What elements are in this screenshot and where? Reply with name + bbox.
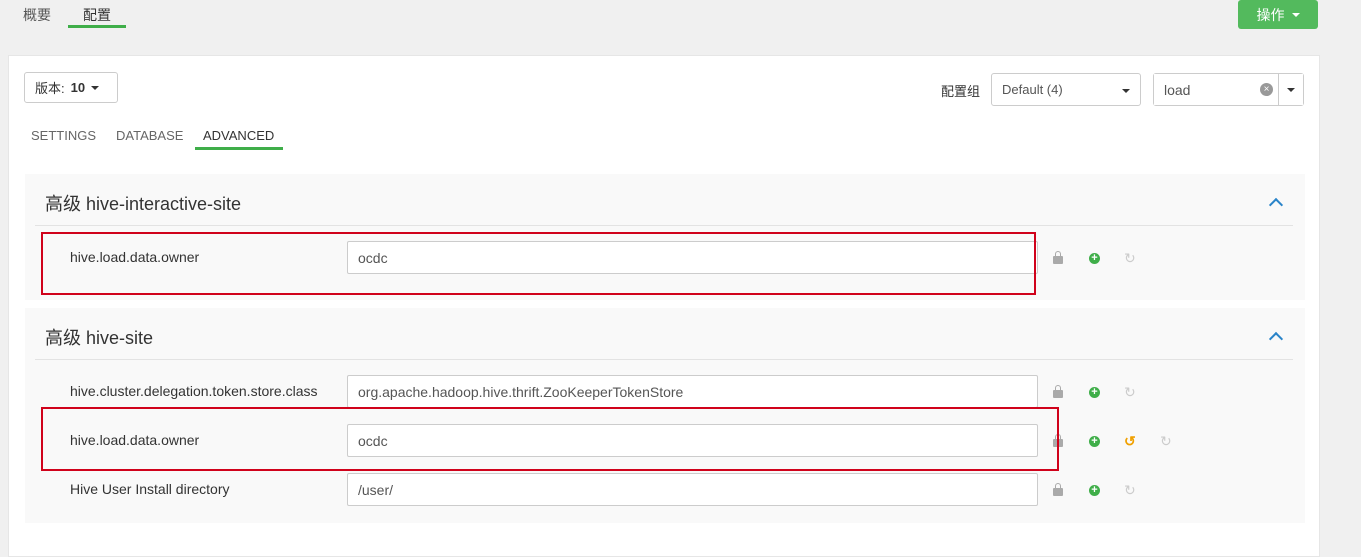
config-panel: 版本: 10 配置组 Default (4) × SETTINGS DATABA… [8, 55, 1320, 557]
plus-circle-icon[interactable]: + [1089, 387, 1100, 398]
version-label: 版本: [35, 81, 65, 96]
tab-settings[interactable]: SETTINGS [31, 128, 96, 143]
actions-button-label: 操作 [1256, 6, 1285, 23]
plus-circle-icon[interactable]: + [1089, 253, 1100, 264]
property-value-input[interactable] [347, 375, 1038, 408]
highlight-box [41, 232, 1036, 295]
chevron-up-icon[interactable] [1268, 331, 1284, 347]
tab-database[interactable]: DATABASE [116, 128, 183, 143]
caret-down-icon [91, 85, 100, 90]
config-group-value: Default (4) [1002, 82, 1063, 97]
divider [35, 359, 1293, 360]
caret-down-icon [1122, 89, 1130, 93]
version-dropdown[interactable]: 版本: 10 [24, 72, 118, 103]
refresh-icon[interactable]: ↻ [1124, 251, 1136, 265]
plus-circle-icon[interactable]: + [1089, 485, 1100, 496]
config-group-select[interactable]: Default (4) [991, 73, 1141, 106]
chevron-up-icon[interactable] [1268, 197, 1284, 213]
active-tab-indicator [68, 25, 126, 28]
version-value: 10 [70, 80, 86, 95]
refresh-icon[interactable]: ↻ [1160, 434, 1172, 448]
filter-dropdown-button[interactable] [1278, 74, 1303, 105]
plus-circle-icon[interactable]: + [1089, 436, 1100, 447]
section-title: 高级 hive-interactive-site [45, 194, 242, 214]
tab-advanced[interactable]: ADVANCED [203, 128, 274, 143]
active-subtab-indicator [195, 147, 283, 150]
caret-down-icon [1287, 87, 1295, 92]
highlight-box [41, 407, 1059, 471]
actions-button[interactable]: 操作 [1238, 0, 1318, 29]
lock-icon[interactable] [1053, 483, 1063, 496]
caret-down-icon [1291, 12, 1300, 17]
refresh-icon[interactable]: ↻ [1124, 483, 1136, 497]
clear-icon[interactable]: × [1260, 83, 1273, 96]
top-tabs: 概要 配置 [0, 0, 1361, 30]
refresh-icon[interactable]: ↻ [1124, 385, 1136, 399]
config-group-label: 配置组 [941, 84, 981, 99]
lock-icon[interactable] [1053, 251, 1063, 264]
property-name: hive.cluster.delegation.token.store.clas… [70, 383, 318, 399]
tab-overview[interactable]: 概要 [23, 5, 51, 25]
section-title: 高级 hive-site [45, 328, 154, 348]
filter-box: × [1153, 73, 1304, 106]
lock-icon[interactable] [1053, 385, 1063, 398]
divider [35, 225, 1293, 226]
property-name: Hive User Install directory [70, 481, 230, 497]
property-value-input[interactable] [347, 473, 1038, 506]
tab-config[interactable]: 配置 [83, 5, 111, 25]
undo-icon[interactable]: ↺ [1124, 434, 1136, 448]
